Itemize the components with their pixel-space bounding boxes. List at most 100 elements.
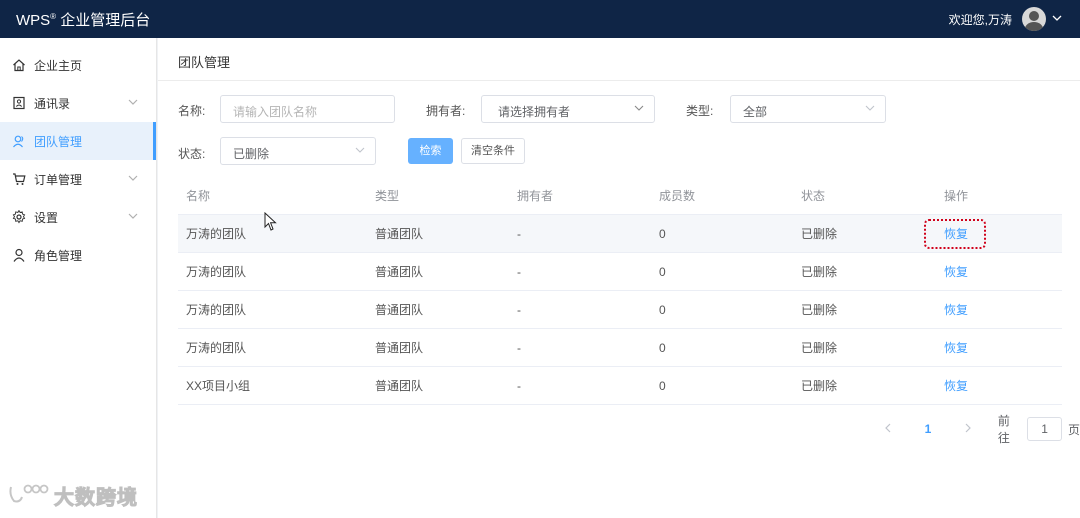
page-suffix: 页 bbox=[1067, 422, 1080, 437]
table-row: 万涛的团队 普通团队 - 0 已删除 恢复 bbox=[178, 253, 1062, 291]
brand-name: WPS bbox=[16, 12, 51, 29]
team-owner-cell: - bbox=[517, 227, 521, 241]
column-header-status: 状态 bbox=[801, 189, 826, 203]
chevron-down-icon bbox=[128, 96, 138, 110]
pagination: 1 前往 1 页 bbox=[878, 414, 1080, 445]
restore-link[interactable]: 恢复 bbox=[944, 253, 968, 291]
restore-link[interactable]: 恢复 bbox=[944, 329, 968, 367]
name-filter-input[interactable]: 请输入团队名称 bbox=[220, 95, 395, 123]
team-owner-cell: - bbox=[517, 265, 521, 279]
sidebar-item-label: 团队管理 bbox=[34, 134, 83, 149]
owner-filter-select[interactable]: 请选择拥有者 bbox=[481, 95, 655, 123]
owner-filter-placeholder: 请选择拥有者 bbox=[498, 105, 571, 119]
sidebar-item-label: 企业主页 bbox=[34, 58, 83, 73]
team-name-cell: 万涛的团队 bbox=[186, 341, 247, 355]
chevron-down-icon bbox=[865, 102, 875, 116]
avatar[interactable] bbox=[1022, 7, 1046, 31]
team-status-cell: 已删除 bbox=[801, 303, 838, 317]
gear-icon bbox=[12, 210, 26, 224]
chevron-down-icon[interactable] bbox=[1052, 13, 1062, 26]
home-icon bbox=[12, 58, 26, 72]
search-button[interactable]: 检索 bbox=[408, 138, 453, 164]
table-header: 名称 类型 拥有者 成员数 状态 操作 bbox=[178, 177, 1062, 215]
team-icon bbox=[12, 134, 26, 148]
restore-link[interactable]: 恢复 bbox=[944, 367, 968, 405]
sidebar-item-settings[interactable]: 设置 bbox=[0, 198, 156, 236]
watermark-text: 大数跨境 bbox=[54, 487, 138, 510]
team-name-cell: 万涛的团队 bbox=[186, 227, 247, 241]
goto-page-input[interactable]: 1 bbox=[1027, 417, 1062, 441]
mouse-cursor-icon bbox=[264, 211, 278, 235]
restore-link[interactable]: 恢复 bbox=[944, 291, 968, 329]
contacts-icon bbox=[12, 96, 26, 110]
team-members-cell: 0 bbox=[659, 379, 666, 393]
team-type-cell: 普通团队 bbox=[375, 265, 424, 279]
page-title: 团队管理 bbox=[158, 38, 1080, 81]
team-name-cell: 万涛的团队 bbox=[186, 303, 247, 317]
team-status-cell: 已删除 bbox=[801, 379, 838, 393]
name-filter-placeholder: 请输入团队名称 bbox=[233, 105, 318, 119]
top-bar: WPS® 企业管理后台 欢迎您,万涛 bbox=[0, 0, 1080, 38]
sidebar-item-label: 订单管理 bbox=[34, 172, 83, 187]
name-filter-label: 名称: bbox=[178, 104, 206, 118]
column-header-name: 名称 bbox=[186, 189, 211, 203]
chevron-down-icon bbox=[355, 144, 365, 158]
team-members-cell: 0 bbox=[659, 303, 666, 317]
owner-filter-label: 拥有者: bbox=[426, 104, 466, 118]
table-row: 万涛的团队 普通团队 - 0 已删除 恢复 bbox=[178, 329, 1062, 367]
column-header-action: 操作 bbox=[944, 189, 969, 203]
team-members-cell: 0 bbox=[659, 341, 666, 355]
goto-label: 前往 bbox=[997, 414, 1010, 445]
team-name-cell: 万涛的团队 bbox=[186, 265, 247, 279]
chevron-down-icon bbox=[128, 172, 138, 186]
sidebar-item-home[interactable]: 企业主页 bbox=[0, 46, 156, 84]
chevron-right-icon[interactable] bbox=[959, 422, 978, 436]
status-filter-value: 已删除 bbox=[233, 147, 270, 161]
team-owner-cell: - bbox=[517, 379, 521, 393]
team-status-cell: 已删除 bbox=[801, 227, 838, 241]
cart-icon bbox=[12, 172, 26, 186]
team-status-cell: 已删除 bbox=[801, 265, 838, 279]
sidebar-item-label: 通讯录 bbox=[34, 96, 71, 111]
team-name-cell: XX项目小组 bbox=[186, 379, 251, 393]
team-owner-cell: - bbox=[517, 341, 521, 355]
chevron-down-icon bbox=[634, 102, 644, 116]
column-header-owner: 拥有者 bbox=[517, 189, 554, 203]
sidebar-item-roles[interactable]: 角色管理 bbox=[0, 236, 156, 274]
column-header-type: 类型 bbox=[375, 189, 400, 203]
team-members-cell: 0 bbox=[659, 227, 666, 241]
chevron-left-icon[interactable] bbox=[878, 422, 897, 436]
status-filter-select[interactable]: 已删除 bbox=[220, 137, 376, 165]
sidebar-item-contacts[interactable]: 通讯录 bbox=[0, 84, 156, 122]
user-greeting: 欢迎您,万涛 bbox=[948, 12, 1012, 27]
user-icon bbox=[12, 248, 26, 262]
type-filter-label: 类型: bbox=[686, 104, 714, 118]
team-type-cell: 普通团队 bbox=[375, 341, 424, 355]
brand-suffix: 企业管理后台 bbox=[60, 12, 151, 29]
clear-filters-button[interactable]: 清空条件 bbox=[461, 138, 525, 164]
team-owner-cell: - bbox=[517, 303, 521, 317]
sidebar-item-label: 角色管理 bbox=[34, 248, 83, 263]
team-type-cell: 普通团队 bbox=[375, 379, 424, 393]
team-members-cell: 0 bbox=[659, 265, 666, 279]
column-header-members: 成员数 bbox=[659, 189, 696, 203]
sidebar-item-label: 设置 bbox=[34, 210, 59, 225]
user-menu[interactable]: 欢迎您,万涛 bbox=[949, 5, 1062, 33]
type-filter-select[interactable]: 全部 bbox=[730, 95, 886, 123]
main-content: 团队管理 名称: 请输入团队名称 拥有者: 请选择拥有者 类型: 全部 状态: … bbox=[158, 38, 1080, 518]
sidebar: 企业主页 通讯录 团队管理 订单管理 设置 角色管理 大数跨境 bbox=[0, 38, 157, 518]
page-number[interactable]: 1 bbox=[917, 422, 938, 436]
table-row: 万涛的团队 普通团队 - 0 已删除 恢复 bbox=[178, 291, 1062, 329]
sidebar-item-orders[interactable]: 订单管理 bbox=[0, 160, 156, 198]
team-type-cell: 普通团队 bbox=[375, 303, 424, 317]
watermark-logo-icon bbox=[8, 483, 50, 508]
sidebar-item-team[interactable]: 团队管理 bbox=[0, 122, 156, 160]
restore-link[interactable]: 恢复 bbox=[944, 215, 968, 253]
brand-logo[interactable]: WPS® 企业管理后台 bbox=[16, 9, 150, 30]
watermark: 大数跨境 bbox=[8, 481, 138, 510]
type-filter-value: 全部 bbox=[743, 105, 768, 119]
team-type-cell: 普通团队 bbox=[375, 227, 424, 241]
team-status-cell: 已删除 bbox=[801, 341, 838, 355]
table-row: 万涛的团队 普通团队 - 0 已删除 恢复 bbox=[178, 215, 1062, 253]
team-table: 名称 类型 拥有者 成员数 状态 操作 万涛的团队 普通团队 - 0 已删除 恢… bbox=[178, 177, 1062, 405]
